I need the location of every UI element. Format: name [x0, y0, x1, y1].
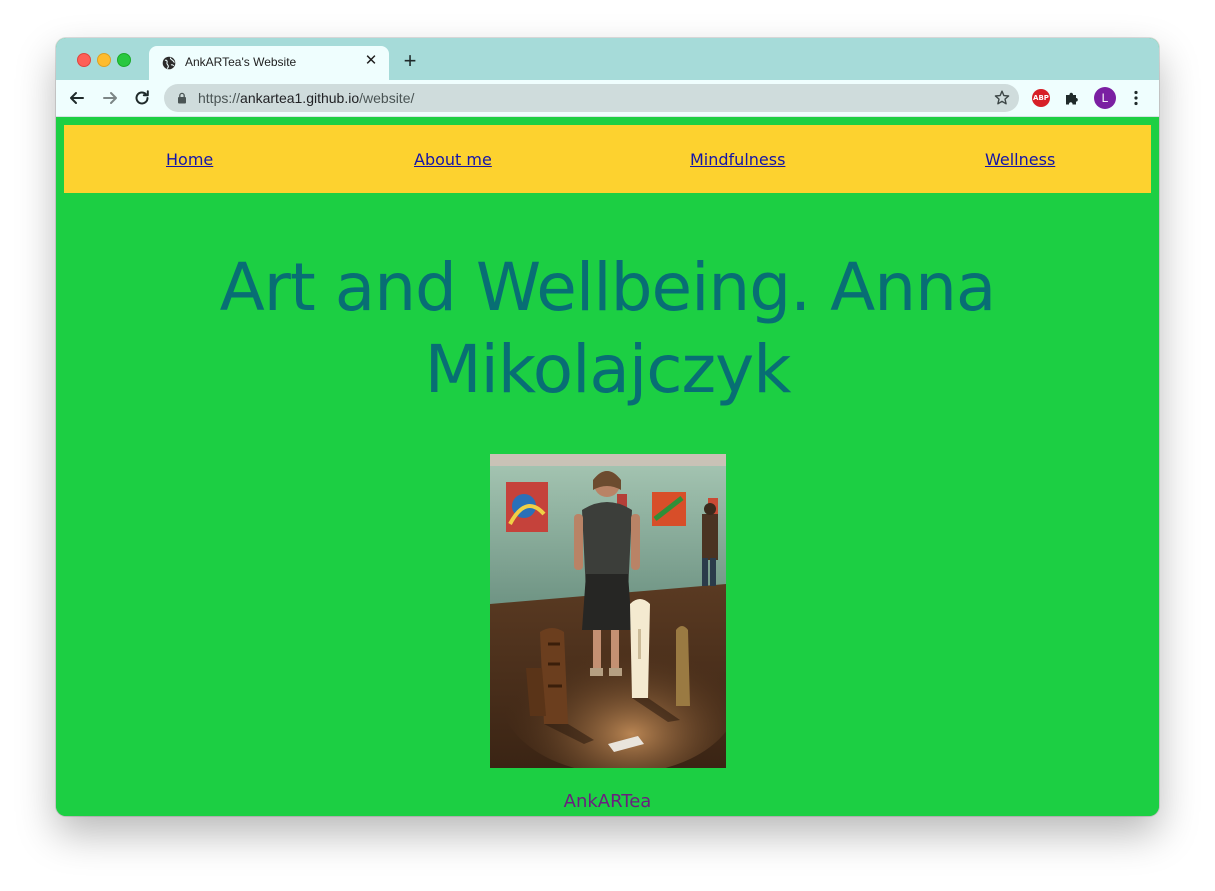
reload-icon[interactable]	[131, 87, 153, 109]
page-title-line-1: Art and Wellbeing. Anna	[219, 249, 997, 326]
tab-title: AnkARTea's Website	[185, 55, 297, 69]
address-bar[interactable]: https://ankartea1.github.io/website/	[164, 84, 1019, 112]
tab-strip: AnkARTea's Website ✕ +	[56, 38, 1159, 80]
artist-photo	[490, 454, 726, 768]
minimize-window-button[interactable]	[97, 53, 111, 67]
browser-window: AnkARTea's Website ✕ + https://ankartea1…	[56, 38, 1159, 816]
star-icon[interactable]	[993, 89, 1011, 107]
globe-icon	[162, 56, 176, 70]
photo-caption: AnkARTea	[563, 791, 652, 812]
lock-icon[interactable]	[176, 92, 188, 104]
nav-link-mindfulness[interactable]: Mindfulness	[690, 150, 785, 169]
arrow-right-icon[interactable]	[99, 87, 121, 109]
plus-icon: +	[403, 48, 417, 73]
profile-initial: L	[1101, 91, 1109, 105]
url-host: ankartea1.github.io	[240, 90, 360, 106]
fullscreen-window-button[interactable]	[117, 53, 131, 67]
close-window-button[interactable]	[77, 53, 91, 67]
adblock-extension-button[interactable]: ABP	[1032, 89, 1050, 107]
nav-link-home[interactable]: Home	[166, 150, 213, 169]
puzzle-icon[interactable]	[1063, 89, 1081, 107]
web-page: Home About me Mindfulness Wellness Art a…	[56, 117, 1159, 816]
url-path: /website/	[359, 90, 415, 106]
kebab-menu-icon[interactable]	[1129, 89, 1143, 107]
new-tab-button[interactable]: +	[400, 48, 420, 73]
tab-active[interactable]: AnkARTea's Website ✕	[149, 46, 389, 80]
browser-toolbar: https://ankartea1.github.io/website/ ABP…	[56, 80, 1159, 117]
profile-avatar[interactable]: L	[1094, 87, 1116, 109]
nav-link-wellness[interactable]: Wellness	[985, 150, 1055, 169]
site-navigation: Home About me Mindfulness Wellness	[64, 125, 1151, 193]
adblock-icon-label: ABP	[1033, 94, 1049, 102]
close-icon[interactable]: ✕	[363, 53, 379, 69]
url-scheme: https://	[198, 90, 241, 106]
nav-link-about-me[interactable]: About me	[414, 150, 492, 169]
page-title-line-2: Mikolajczyk	[424, 331, 792, 408]
page-title: Art and Wellbeing. Anna Mikolajczyk	[56, 247, 1159, 411]
arrow-left-icon[interactable]	[66, 87, 88, 109]
url-text[interactable]: https://ankartea1.github.io/website/	[198, 90, 414, 106]
